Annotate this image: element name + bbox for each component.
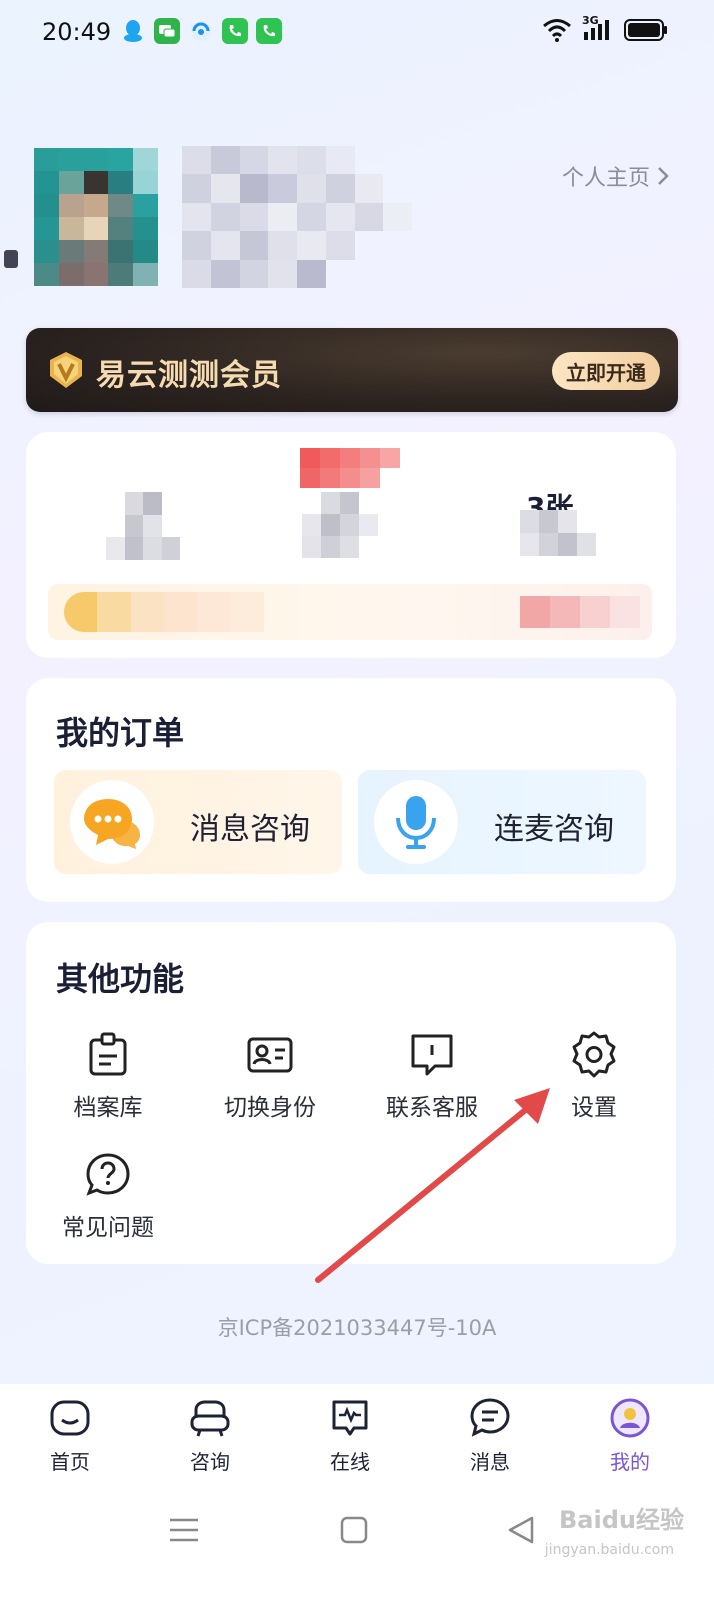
vip-shield-icon [50, 352, 82, 388]
watermark-url: jingyan.baidu.com [544, 1542, 674, 1558]
qq-icon [120, 18, 146, 44]
notification-icons [120, 18, 282, 44]
phone-icon [256, 18, 282, 44]
tab-messages[interactable]: 消息 [440, 1396, 540, 1475]
stat-center-value[interactable] [302, 492, 378, 558]
tab-consult[interactable]: 咨询 [160, 1396, 260, 1475]
home-icon [50, 1400, 90, 1436]
sofa-icon [190, 1400, 230, 1437]
status-time: 20:49 [42, 18, 112, 46]
tab-home[interactable]: 首页 [20, 1396, 120, 1475]
tab-online[interactable]: 在线 [300, 1396, 400, 1475]
cellular-signal-icon: 3G [582, 14, 614, 42]
bottom-tab-bar: 首页 咨询 在线 消息 我的 [0, 1384, 714, 1496]
chat-icon [154, 18, 180, 44]
stat-left-value[interactable] [106, 492, 180, 560]
home-button-icon[interactable] [334, 1510, 374, 1550]
faq-button[interactable]: 常见问题 [38, 1150, 178, 1242]
archive-button[interactable]: 档案库 [38, 1030, 178, 1122]
message-consult-label: 消息咨询 [190, 812, 310, 847]
avatar-edge [4, 250, 18, 268]
tab-online-label: 在线 [330, 1450, 370, 1474]
stat-center-badge [300, 448, 400, 488]
member-banner[interactable]: 易云测测会员 立即开通 [26, 328, 678, 412]
voice-consult-label: 连麦咨询 [494, 812, 614, 847]
phone-icon [222, 18, 248, 44]
chat-bubbles-icon [70, 780, 154, 864]
personal-homepage-label: 个人主页 [561, 166, 650, 191]
id-card-icon [247, 1037, 293, 1073]
question-icon [86, 1153, 130, 1196]
stat-right-label [520, 510, 596, 556]
tab-mine-label: 我的 [610, 1450, 650, 1474]
other-functions-title: 其他功能 [56, 960, 185, 998]
back-icon[interactable] [502, 1510, 542, 1550]
wifi-icon [543, 19, 571, 42]
username [182, 146, 412, 288]
battery-icon [624, 19, 667, 41]
tab-consult-label: 咨询 [190, 1450, 230, 1474]
open-membership-button[interactable]: 立即开通 [552, 352, 660, 390]
menu-icon[interactable] [164, 1510, 204, 1550]
browser-icon [188, 18, 214, 44]
archive-label: 档案库 [73, 1095, 143, 1121]
message-icon [470, 1398, 510, 1437]
tab-messages-label: 消息 [470, 1450, 510, 1474]
message-consult-button[interactable]: 消息咨询 [54, 770, 342, 874]
tab-home-label: 首页 [50, 1450, 90, 1474]
status-right: 3G [542, 14, 668, 42]
promo-text [64, 592, 264, 632]
orders-title: 我的订单 [56, 714, 185, 752]
promo-right-text [520, 596, 640, 628]
profile-icon [610, 1398, 650, 1438]
faq-label: 常见问题 [62, 1215, 154, 1241]
microphone-icon [374, 780, 458, 864]
archive-icon [89, 1032, 127, 1076]
tab-mine[interactable]: 我的 [580, 1396, 680, 1475]
status-bar: 20:49 3G [0, 0, 714, 66]
annotation-arrow [315, 1088, 550, 1283]
gear-icon [572, 1031, 616, 1078]
chevron-right-icon [658, 167, 669, 185]
personal-homepage-link[interactable]: 个人主页 [562, 160, 670, 192]
member-title: 易云测测会员 [96, 358, 282, 393]
voice-consult-button[interactable]: 连麦咨询 [358, 770, 646, 874]
watermark-brand: Baidu经验 [559, 1506, 684, 1534]
pulse-icon [332, 1400, 368, 1436]
icp-license: 京ICP备2021033447号-10A [217, 1316, 497, 1340]
avatar[interactable] [34, 148, 158, 286]
